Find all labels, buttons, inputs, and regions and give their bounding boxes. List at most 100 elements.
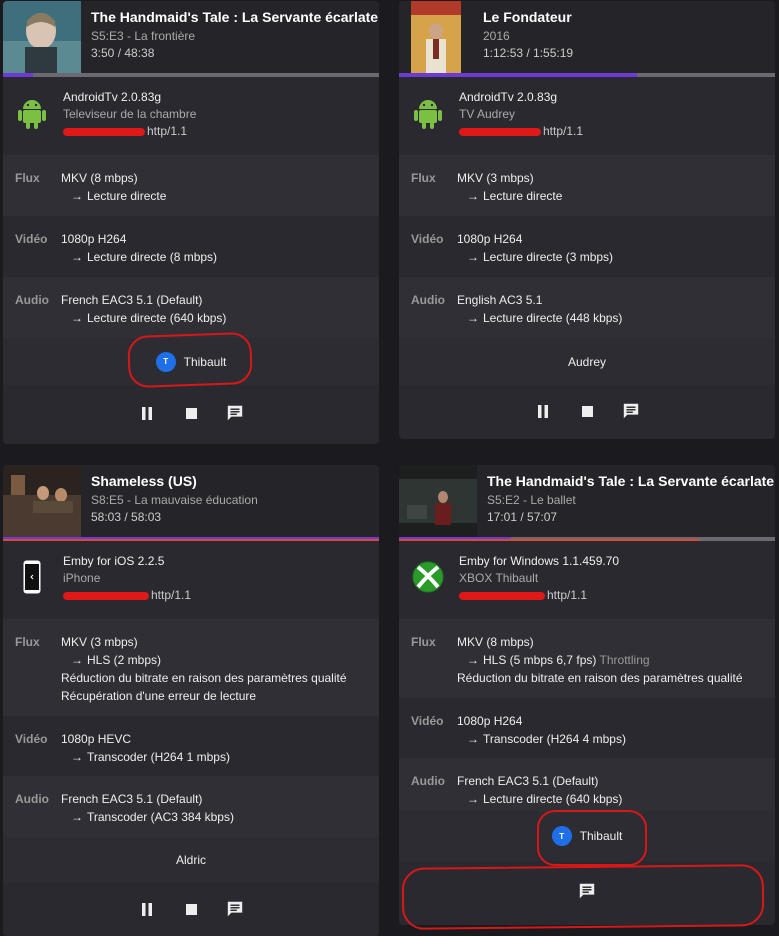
connection-protocol: http/1.1 bbox=[543, 124, 584, 138]
session-header[interactable]: Le Fondateur 2016 1:12:53 / 1:55:19 bbox=[399, 1, 775, 73]
session-header[interactable]: The Handmaid's Tale : La Servante écarla… bbox=[3, 1, 379, 73]
video-method: Transcoder (H264 4 mbps) bbox=[483, 732, 626, 746]
audio-source: French EAC3 5.1 (Default) bbox=[61, 792, 203, 806]
user-name[interactable]: Thibault bbox=[184, 355, 227, 369]
audio-source: French EAC3 5.1 (Default) bbox=[61, 293, 203, 307]
video-source: 1080p H264 bbox=[61, 232, 127, 246]
video-label: Vidéo bbox=[15, 232, 48, 246]
user-row[interactable]: T Thibault bbox=[399, 811, 775, 861]
video-source: 1080p H264 bbox=[457, 232, 523, 246]
progress-bar bbox=[399, 537, 775, 541]
media-title[interactable]: Shameless (US) bbox=[91, 473, 379, 489]
video-method: Lecture directe (8 mbps) bbox=[87, 250, 218, 264]
flux-method: Lecture directe bbox=[483, 189, 563, 203]
video-source: 1080p HEVC bbox=[61, 732, 132, 746]
android-icon bbox=[15, 93, 49, 133]
message-button[interactable] bbox=[578, 882, 596, 900]
redaction-mark bbox=[459, 591, 545, 600]
user-row[interactable]: Audrey bbox=[399, 338, 775, 385]
poster-image bbox=[3, 465, 81, 537]
audio-method: Lecture directe (448 kbps) bbox=[483, 311, 623, 325]
playback-time: 3:50 / 48:38 bbox=[91, 46, 155, 60]
arrow-icon: → bbox=[467, 792, 479, 806]
message-icon bbox=[227, 901, 243, 917]
arrow-icon: → bbox=[71, 653, 83, 667]
user-name[interactable]: Audrey bbox=[568, 355, 606, 369]
stop-button[interactable] bbox=[182, 404, 200, 422]
device-name: TV Audrey bbox=[459, 107, 516, 121]
stream-flux-row: Flux MKV (3 mbps) → Lecture directe bbox=[399, 155, 775, 216]
media-title[interactable]: The Handmaid's Tale : La Servante écarla… bbox=[91, 9, 379, 25]
playback-time: 17:01 / 57:07 bbox=[487, 510, 558, 524]
stop-button[interactable] bbox=[182, 900, 200, 918]
media-title[interactable]: The Handmaid's Tale : La Servante écarla… bbox=[487, 473, 775, 489]
pause-icon bbox=[142, 406, 152, 420]
audio-source: French EAC3 5.1 (Default) bbox=[457, 774, 599, 788]
stop-button[interactable] bbox=[578, 402, 596, 420]
arrow-icon: → bbox=[71, 250, 83, 264]
pause-button[interactable] bbox=[138, 404, 156, 422]
user-row[interactable]: T Thibault bbox=[3, 338, 379, 385]
flux-label: Flux bbox=[411, 635, 436, 649]
audio-label: Audio bbox=[15, 792, 49, 806]
message-button[interactable] bbox=[226, 404, 244, 422]
poster-thumbnail[interactable] bbox=[3, 465, 81, 537]
message-icon bbox=[227, 405, 243, 421]
progress-fill bbox=[3, 73, 33, 77]
session-card: The Handmaid's Tale : La Servante écarla… bbox=[399, 465, 775, 925]
client-name: Emby for iOS 2.2.5 bbox=[63, 554, 165, 568]
progress-fill bbox=[399, 537, 512, 539]
flux-method: HLS (5 mbps 6,7 fps) bbox=[483, 653, 597, 667]
throttling-status: Throttling bbox=[599, 653, 650, 667]
video-source: 1080p H264 bbox=[457, 714, 523, 728]
progress-bar bbox=[399, 73, 775, 77]
poster-thumbnail[interactable] bbox=[411, 1, 473, 73]
flux-label: Flux bbox=[15, 171, 40, 185]
arrow-icon: → bbox=[71, 750, 83, 764]
avatar: T bbox=[155, 351, 176, 372]
audio-source: English AC3 5.1 bbox=[457, 293, 543, 307]
user-name[interactable]: Thibault bbox=[580, 829, 623, 843]
pause-button[interactable] bbox=[534, 402, 552, 420]
stream-video-row: Vidéo 1080p H264 → Lecture directe (3 mbps… bbox=[399, 216, 775, 277]
episode-info: S8:E5 - La mauvaise éducation bbox=[91, 493, 258, 507]
poster-thumbnail[interactable] bbox=[399, 465, 477, 537]
transcode-buffer bbox=[3, 539, 379, 541]
message-button[interactable] bbox=[226, 900, 244, 918]
transcode-reason: Réduction du bitrate en raison des param… bbox=[457, 671, 743, 685]
flux-method: HLS (2 mbps) bbox=[87, 653, 162, 667]
client-name: Emby for Windows 1.1.459.70 bbox=[459, 554, 620, 568]
stream-video-row: Vidéo 1080p H264 → Lecture directe (8 mbps… bbox=[3, 216, 379, 277]
transcode-reason: Réduction du bitrate en raison des param… bbox=[61, 671, 347, 685]
user-row[interactable]: Aldric bbox=[3, 837, 379, 883]
playback-controls bbox=[399, 385, 775, 437]
pause-button[interactable] bbox=[138, 900, 156, 918]
playback-controls bbox=[3, 385, 379, 441]
video-method: Lecture directe (3 mbps) bbox=[483, 250, 614, 264]
video-label: Vidéo bbox=[411, 714, 444, 728]
connection-protocol: http/1.1 bbox=[147, 124, 188, 138]
episode-info: S5:E2 - Le ballet bbox=[487, 493, 576, 507]
device-name: iPhone bbox=[63, 571, 101, 585]
device-info: Emby for iOS 2.2.5 iPhone http/1.1 bbox=[3, 541, 379, 619]
redaction-mark bbox=[63, 591, 149, 600]
stream-flux-row: Flux MKV (8 mbps) → Lecture directe bbox=[3, 155, 379, 216]
playback-time: 1:12:53 / 1:55:19 bbox=[483, 46, 574, 60]
poster-image bbox=[3, 1, 81, 73]
poster-thumbnail[interactable] bbox=[3, 1, 81, 73]
stream-flux-row: Flux MKV (3 mbps) → HLS (2 mbps) Réductio… bbox=[3, 619, 379, 716]
user-name[interactable]: Aldric bbox=[176, 853, 206, 867]
session-header[interactable]: The Handmaid's Tale : La Servante écarla… bbox=[399, 465, 775, 537]
device-info: Emby for Windows 1.1.459.70 XBOX Thibaul… bbox=[399, 541, 775, 619]
session-card: Shameless (US) S8:E5 - La mauvaise éduca… bbox=[3, 465, 379, 936]
redaction-mark bbox=[63, 127, 145, 136]
flux-source: MKV (8 mbps) bbox=[457, 635, 534, 649]
arrow-icon: → bbox=[467, 732, 479, 746]
audio-method: Transcoder (AC3 384 kbps) bbox=[87, 810, 234, 824]
media-title[interactable]: Le Fondateur bbox=[483, 9, 775, 25]
stop-icon bbox=[185, 407, 197, 419]
message-button[interactable] bbox=[622, 402, 640, 420]
progress-bar bbox=[3, 537, 379, 541]
session-header[interactable]: Shameless (US) S8:E5 - La mauvaise éduca… bbox=[3, 465, 379, 537]
iphone-icon bbox=[15, 557, 49, 597]
